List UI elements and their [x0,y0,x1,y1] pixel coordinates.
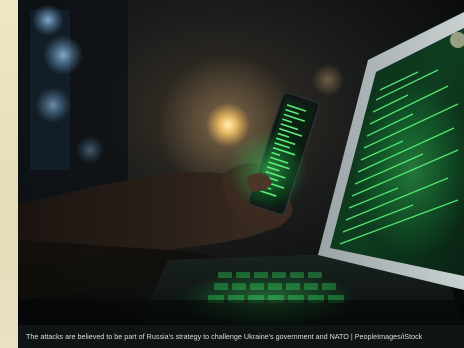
photo-hacker-laptop-phone [18,0,464,325]
photo-illustration [18,0,464,325]
image-frame: The attacks are believed to be part of R… [0,0,464,348]
photo-caption: The attacks are believed to be part of R… [26,332,423,341]
page-margin [0,0,19,348]
caption-bar: The attacks are believed to be part of R… [18,325,464,348]
